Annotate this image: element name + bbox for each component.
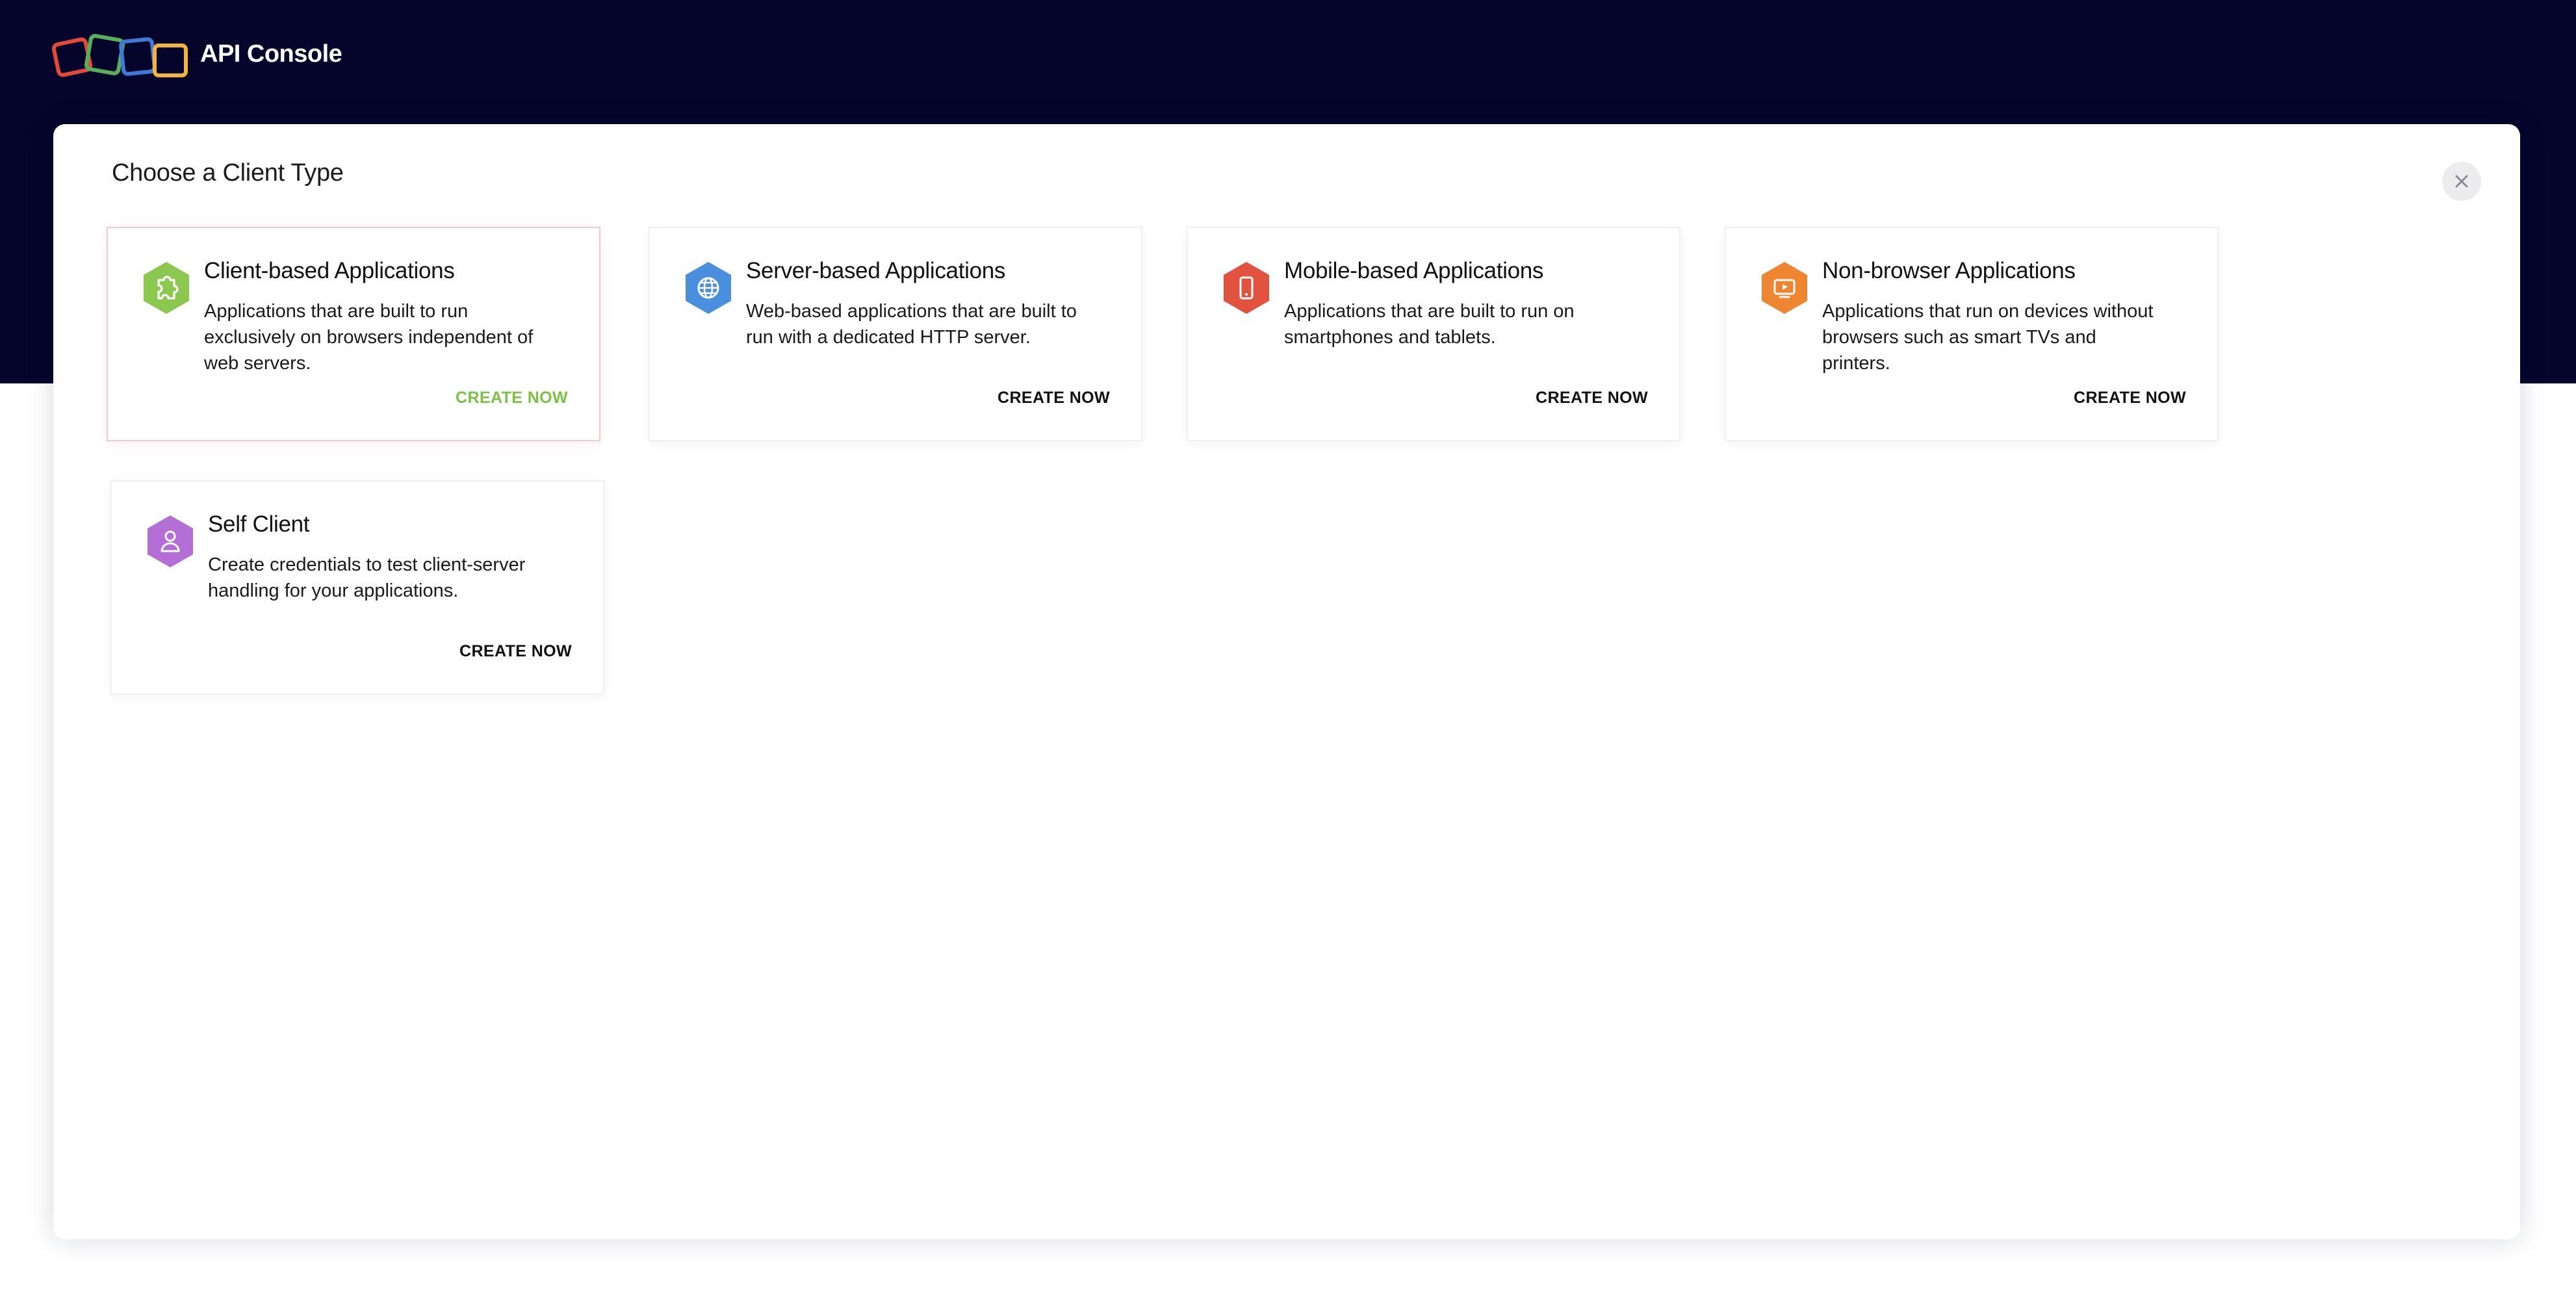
mobile-phone-icon [1224,262,1269,314]
card-description: Applications that run on devices without… [1822,301,2154,374]
user-icon [148,515,193,567]
tv-icon [1762,262,1807,314]
create-now-button[interactable]: CREATE NOW [1536,389,1648,407]
card-title: Client-based Applications [204,258,455,283]
card-title: Mobile-based Applications [1284,258,1544,283]
create-now-button[interactable]: CREATE NOW [2074,389,2186,407]
card-self-client[interactable]: Self Client Create credentials to test c… [110,480,604,695]
globe-icon [686,262,731,314]
create-now-button[interactable]: CREATE NOW [998,389,1110,407]
card-title: Server-based Applications [746,258,1006,283]
card-server-based[interactable]: Server-based Applications Web-based appl… [649,227,1142,441]
close-button[interactable] [2442,162,2481,201]
zoho-logo[interactable] [51,32,194,82]
card-description: Web-based applications that are built to… [746,301,1077,348]
card-non-browser[interactable]: Non-browser Applications Applications th… [1725,227,2219,441]
card-client-based[interactable]: Client-based Applications Applications t… [107,227,600,441]
card-title: Non-browser Applications [1822,258,2076,283]
close-icon [2455,175,2468,188]
create-now-button[interactable]: CREATE NOW [456,389,568,407]
modal-title: Choose a Client Type [112,159,344,187]
puzzle-icon [144,262,189,314]
card-description: Create credentials to test client-server… [208,554,526,601]
client-type-modal: Choose a Client Type Client-based Applic… [53,124,2520,1239]
card-description: Applications that are built to run exclu… [204,301,534,374]
card-title: Self Client [208,511,310,537]
card-description: Applications that are built to run on sm… [1284,301,1575,348]
app-title: API Console [200,40,342,68]
create-now-button[interactable]: CREATE NOW [459,642,572,661]
card-mobile-based[interactable]: Mobile-based Applications Applications t… [1187,227,1681,441]
